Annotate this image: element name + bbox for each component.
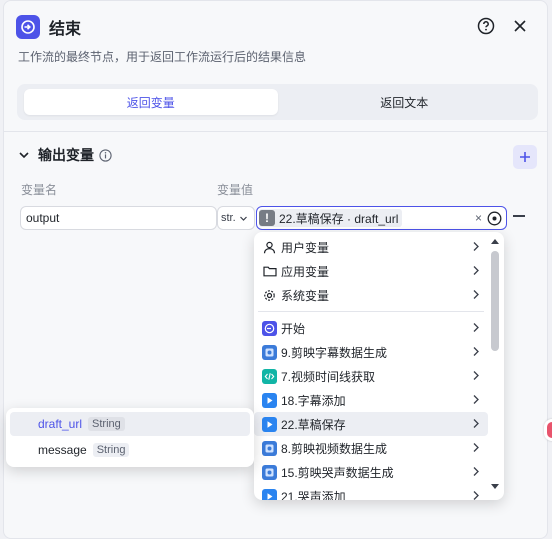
scroll-down-arrow[interactable]	[491, 484, 499, 489]
folder-icon	[262, 264, 277, 279]
node-output-submenu: draft_url String message String	[6, 408, 254, 467]
variable-picker-icon[interactable]	[487, 211, 502, 226]
reference-tag[interactable]: ! 22.草稿保存 · draft_url	[259, 209, 403, 227]
scroll-thumb[interactable]	[491, 251, 499, 351]
help-icon[interactable]	[475, 15, 497, 37]
play-icon	[262, 392, 277, 408]
end-node-icon	[16, 15, 40, 39]
remove-output-button[interactable]	[513, 215, 525, 217]
menu-item-label: 系统变量	[281, 288, 330, 303]
output-name-input[interactable]: output	[20, 206, 217, 230]
section-divider	[4, 131, 547, 132]
plugin-icon	[262, 464, 277, 480]
menu-item-user-variables[interactable]: 用户变量	[254, 235, 488, 259]
node-header: 结束	[16, 13, 535, 41]
play-icon	[262, 488, 277, 500]
scroll-up-arrow[interactable]	[491, 239, 499, 244]
chevron-down-icon[interactable]	[18, 149, 30, 161]
tab-return-text[interactable]: 返回文本	[278, 89, 532, 115]
field-name: message	[38, 443, 87, 457]
node-title: 结束	[49, 21, 82, 38]
gear-icon	[262, 288, 277, 303]
code-icon	[262, 368, 277, 384]
menu-item-label: 7.视频时间线获取	[281, 369, 376, 384]
chevron-right-icon	[473, 266, 479, 275]
menu-item-label: 8.剪映视频数据生成	[281, 441, 388, 456]
chevron-right-icon	[473, 419, 479, 428]
start-icon	[262, 320, 277, 336]
variable-dropdown: 用户变量 应用变量 系统变量 开始 9.剪映字幕数据生成 7.视频时间线获取 1…	[254, 232, 504, 500]
plus-icon	[520, 152, 530, 162]
menu-item-node-21[interactable]: 21.哭声添加	[254, 484, 488, 500]
submenu-item-draft-url[interactable]: draft_url String	[10, 412, 250, 436]
menu-item-label: 21.哭声添加	[281, 489, 346, 501]
chevron-right-icon	[473, 443, 479, 452]
person-icon	[262, 240, 277, 255]
tab-return-variables[interactable]: 返回变量	[24, 89, 278, 115]
menu-item-node-7[interactable]: 7.视频时间线获取	[254, 364, 488, 388]
column-label-value: 变量值	[217, 183, 254, 197]
chevron-right-icon	[473, 242, 479, 251]
menu-item-node-18[interactable]: 18.字幕添加	[254, 388, 488, 412]
menu-item-app-variables[interactable]: 应用变量	[254, 259, 488, 283]
field-type-badge: String	[92, 443, 130, 457]
menu-item-node-start[interactable]: 开始	[254, 316, 488, 340]
menu-divider	[258, 311, 484, 312]
warning-icon: !	[259, 210, 275, 226]
reference-label: 22.草稿保存 · draft_url	[279, 211, 399, 226]
close-icon[interactable]	[509, 15, 531, 37]
menu-item-label: 应用变量	[281, 264, 330, 279]
chevron-right-icon	[473, 290, 479, 299]
return-mode-tabs: 返回变量 返回文本	[17, 84, 538, 120]
chevron-right-icon	[473, 323, 479, 332]
menu-item-label: 开始	[281, 321, 306, 336]
output-section-header[interactable]: 输出变量	[18, 144, 112, 166]
info-icon[interactable]	[99, 148, 112, 162]
value-reference-field[interactable]: ! 22.草稿保存 · draft_url ×	[256, 206, 507, 230]
chevron-right-icon	[473, 347, 479, 356]
variable-list: 用户变量 应用变量 系统变量 开始 9.剪映字幕数据生成 7.视频时间线获取 1…	[254, 235, 488, 500]
menu-item-label: 9.剪映字幕数据生成	[281, 345, 388, 360]
plugin-icon	[262, 440, 277, 456]
connection-handle[interactable]	[544, 419, 552, 441]
chevron-right-icon	[473, 491, 479, 500]
play-icon	[262, 416, 277, 432]
plugin-icon	[262, 344, 277, 360]
chevron-right-icon	[473, 467, 479, 476]
value-type-label: str.	[221, 212, 236, 224]
menu-item-node-22[interactable]: 22.草稿保存	[254, 412, 488, 436]
menu-item-node-9[interactable]: 9.剪映字幕数据生成	[254, 340, 488, 364]
menu-item-label: 用户变量	[281, 240, 330, 255]
submenu-item-message[interactable]: message String	[10, 438, 250, 462]
menu-item-label: 15.剪映哭声数据生成	[281, 465, 394, 480]
dropdown-scrollbar[interactable]	[490, 237, 500, 495]
node-description: 工作流的最终节点，用于返回工作流运行后的结果信息	[18, 50, 307, 64]
column-label-name: 变量名	[21, 183, 58, 197]
output-section-title: 输出变量	[38, 147, 94, 163]
clear-reference-icon[interactable]: ×	[475, 211, 482, 225]
add-output-button[interactable]	[513, 145, 537, 169]
menu-item-node-8[interactable]: 8.剪映视频数据生成	[254, 436, 488, 460]
value-type-select[interactable]: str.	[217, 206, 255, 230]
field-name: draft_url	[38, 417, 83, 431]
menu-item-system-variables[interactable]: 系统变量	[254, 283, 488, 307]
chevron-right-icon	[473, 371, 479, 380]
chevron-down-icon	[239, 216, 247, 221]
chevron-right-icon	[473, 395, 479, 404]
menu-item-node-15[interactable]: 15.剪映哭声数据生成	[254, 460, 488, 484]
menu-item-label: 22.草稿保存	[281, 417, 346, 432]
field-type-badge: String	[88, 417, 125, 431]
menu-item-label: 18.字幕添加	[281, 393, 346, 408]
